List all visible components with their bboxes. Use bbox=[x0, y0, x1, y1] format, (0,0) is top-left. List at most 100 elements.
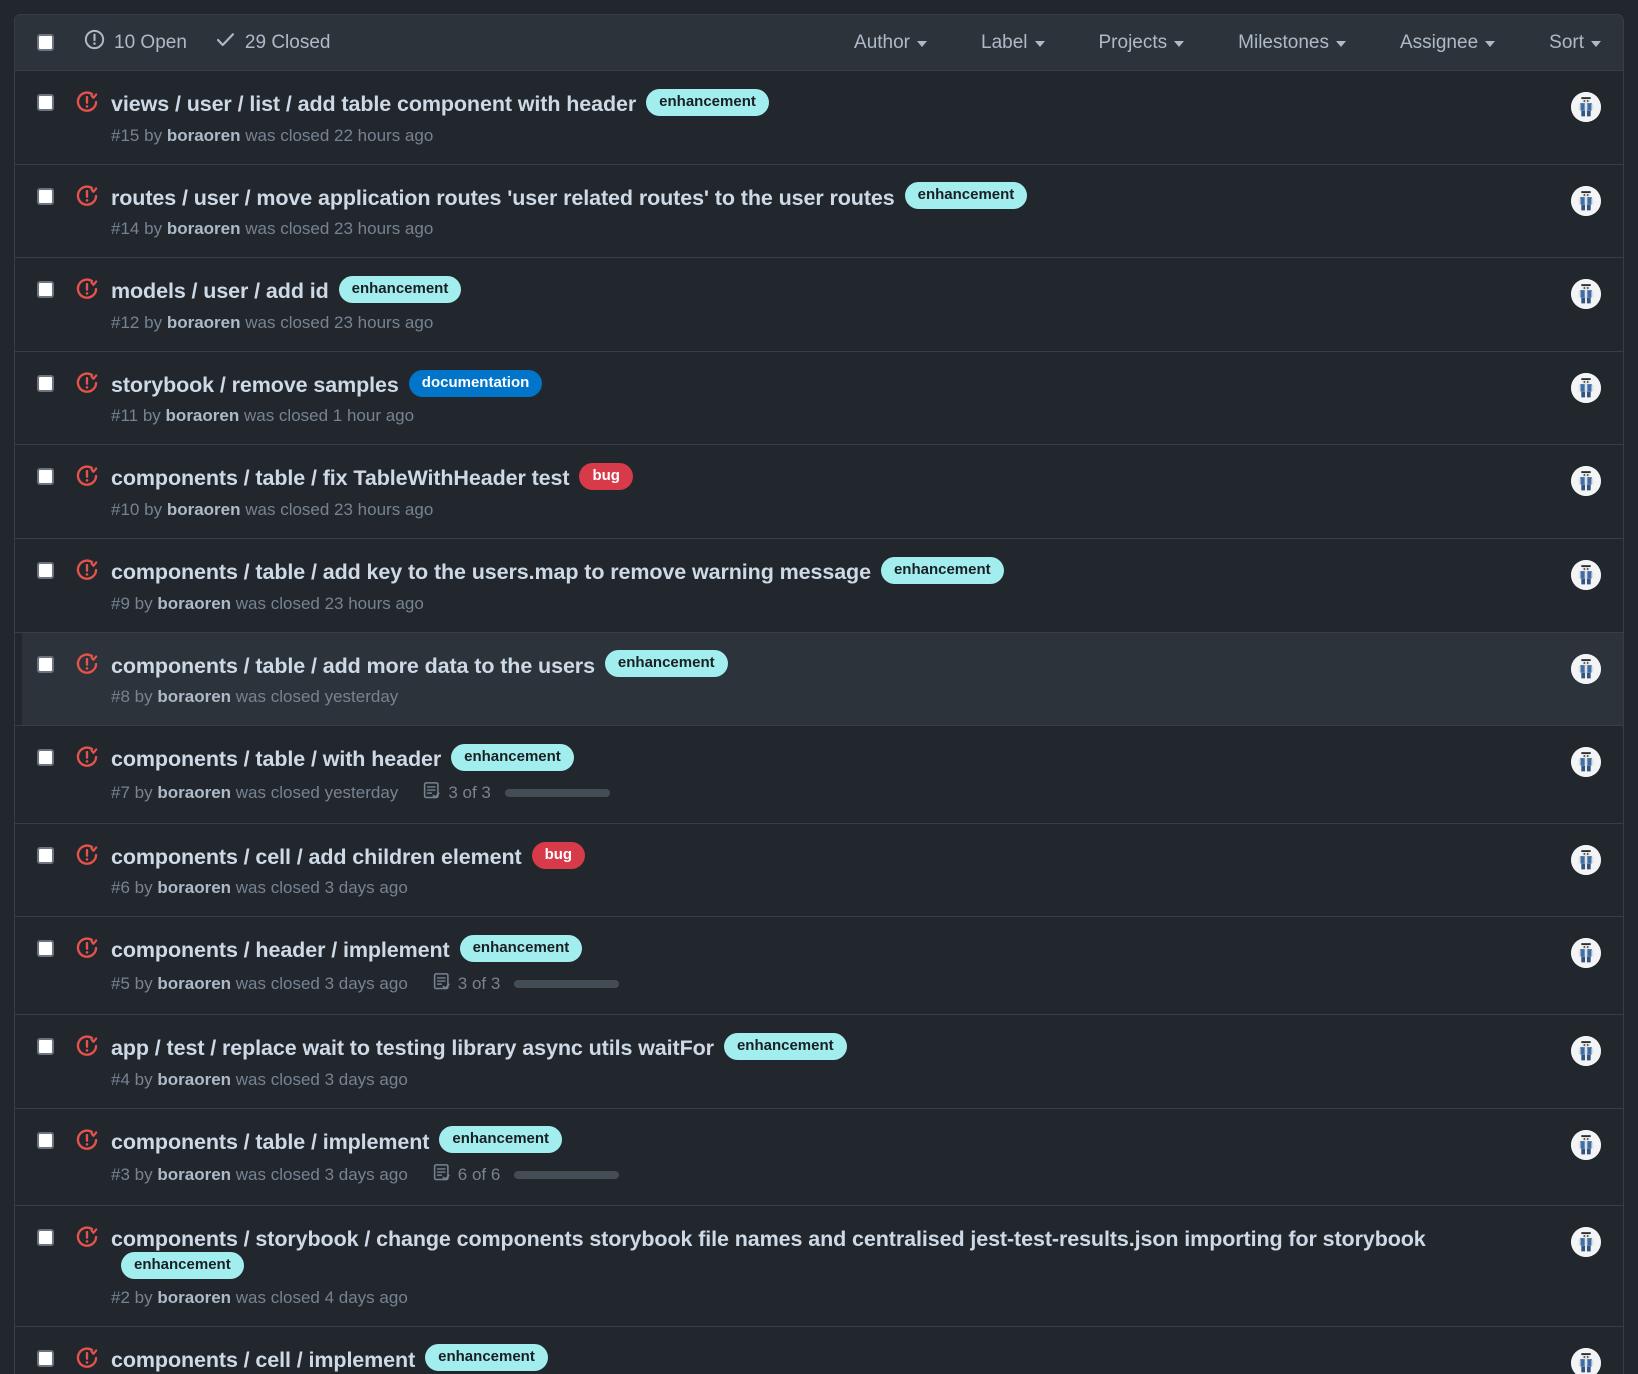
issue-label-enhancement[interactable]: enhancement bbox=[451, 743, 574, 771]
issue-title-link[interactable]: components / table / implement bbox=[111, 1130, 429, 1154]
issue-author-link[interactable]: boraoren bbox=[167, 126, 241, 146]
issue-row-checkbox[interactable] bbox=[37, 1349, 54, 1367]
filter-open-issues[interactable]: 10 Open bbox=[84, 29, 187, 56]
issue-title-link[interactable]: views / user / list / add table componen… bbox=[111, 92, 636, 116]
issue-row-checkbox[interactable] bbox=[37, 1037, 54, 1055]
issue-label-enhancement[interactable]: enhancement bbox=[439, 1126, 563, 1154]
sort-dropdown[interactable]: Sort bbox=[1522, 32, 1601, 54]
issue-label-enhancement[interactable]: enhancement bbox=[338, 276, 462, 303]
issue-label-bug[interactable]: bug bbox=[579, 463, 633, 491]
chevron-down-icon bbox=[1034, 40, 1045, 47]
issue-title-link[interactable]: components / table / with header bbox=[111, 747, 441, 771]
issue-row[interactable]: components / table / fix TableWithHeader… bbox=[15, 445, 1623, 539]
issue-row-checkbox[interactable] bbox=[37, 374, 54, 392]
task-count-label: 3 of 3 bbox=[457, 973, 501, 993]
filter-assignee-label: Assignee bbox=[1399, 31, 1479, 53]
issue-row[interactable]: models / user / add id enhancement #12 by … bbox=[15, 258, 1623, 352]
issue-row-checkbox[interactable] bbox=[37, 846, 54, 864]
avatar-image bbox=[1571, 1227, 1601, 1258]
filter-milestones-label: Milestones bbox=[1238, 31, 1329, 53]
issue-label-documentation[interactable]: documentation bbox=[408, 369, 543, 397]
issue-title-link[interactable]: components / cell / add children element bbox=[111, 845, 522, 869]
issue-row[interactable]: components / table / add key to the user… bbox=[15, 538, 1623, 633]
issue-row[interactable]: routes / user / move application routes … bbox=[15, 164, 1623, 259]
issue-label-enhancement[interactable]: enhancement bbox=[880, 556, 1004, 584]
issue-row[interactable]: app / test / replace wait to testing lib… bbox=[15, 1014, 1623, 1109]
issue-author-link[interactable]: boraoren bbox=[157, 974, 231, 994]
issue-number: #12 bbox=[111, 312, 140, 332]
issue-assignees bbox=[1571, 371, 1601, 403]
filter-closed-issues[interactable]: 29 Closed bbox=[215, 29, 330, 56]
issue-closed-icon bbox=[76, 278, 98, 300]
issue-row[interactable]: components / table / with header enhancem… bbox=[15, 726, 1623, 824]
issue-label-enhancement[interactable]: enhancement bbox=[723, 1032, 847, 1060]
issue-label-bug[interactable]: bug bbox=[531, 841, 586, 869]
issue-row[interactable]: storybook / remove samples documentation #… bbox=[15, 351, 1623, 446]
issue-row-checkbox[interactable] bbox=[37, 281, 54, 299]
issue-title-link[interactable]: components / table / fix TableWithHeader… bbox=[111, 466, 570, 490]
select-all-checkbox[interactable] bbox=[37, 34, 54, 51]
issue-author-link[interactable]: boraoren bbox=[157, 783, 231, 803]
issue-by-word: by bbox=[144, 499, 163, 519]
issue-label-enhancement[interactable]: enhancement bbox=[904, 182, 1028, 210]
issue-row-checkbox[interactable] bbox=[37, 468, 54, 486]
issue-closed-icon bbox=[76, 1226, 98, 1248]
issue-title-link[interactable]: components / cell / implement bbox=[111, 1348, 415, 1372]
issue-author-link[interactable]: boraoren bbox=[157, 687, 231, 707]
issue-author-link[interactable]: boraoren bbox=[167, 313, 241, 333]
issue-title-link[interactable]: app / test / replace wait to testing lib… bbox=[111, 1036, 714, 1060]
issue-label-enhancement[interactable]: enhancement bbox=[604, 650, 728, 678]
issue-row-checkbox[interactable] bbox=[37, 94, 54, 111]
issue-title-link[interactable]: components / table / add more data to th… bbox=[111, 654, 595, 678]
issue-row[interactable]: components / table / add more data to th… bbox=[15, 632, 1623, 727]
task-progress: 3 of 3 bbox=[432, 972, 620, 996]
issue-author-link[interactable]: boraoren bbox=[157, 594, 231, 614]
issue-author-link[interactable]: boraoren bbox=[157, 1070, 231, 1090]
issue-row-checkbox[interactable] bbox=[37, 1131, 54, 1149]
issue-meta: #9 by boraoren was closed 23 hours ago bbox=[111, 594, 1553, 614]
issue-title-line: components / cell / implement enhancement bbox=[111, 1344, 1553, 1374]
issue-row-checkbox[interactable] bbox=[37, 561, 54, 579]
issue-title-line: app / test / replace wait to testing lib… bbox=[111, 1032, 1553, 1063]
avatar-image bbox=[1571, 938, 1601, 969]
issue-row[interactable]: components / header / implement enhanceme… bbox=[15, 917, 1623, 1015]
issue-assignees bbox=[1571, 277, 1601, 310]
issue-title-link[interactable]: components / header / implement bbox=[111, 938, 450, 962]
issue-label-enhancement[interactable]: enhancement bbox=[459, 935, 583, 963]
filter-label-dropdown[interactable]: Label bbox=[954, 32, 1072, 54]
issue-row[interactable]: views / user / list / add table componen… bbox=[15, 71, 1623, 165]
issue-author-link[interactable]: boraoren bbox=[167, 500, 241, 520]
issue-author-link[interactable]: boraoren bbox=[157, 878, 231, 898]
filter-assignee-dropdown[interactable]: Assignee bbox=[1373, 32, 1522, 54]
issue-by-word: by bbox=[134, 878, 153, 898]
issue-row[interactable]: components / storybook / change componen… bbox=[15, 1206, 1623, 1327]
issue-by-word: by bbox=[144, 312, 163, 332]
issue-row-checkbox[interactable] bbox=[37, 187, 54, 205]
issue-title-link[interactable]: components / table / add key to the user… bbox=[111, 560, 871, 584]
issue-author-link[interactable]: boraoren bbox=[157, 1165, 231, 1185]
issue-row-checkbox[interactable] bbox=[37, 655, 54, 673]
issue-label-enhancement[interactable]: enhancement bbox=[425, 1344, 548, 1372]
filter-milestones-dropdown[interactable]: Milestones bbox=[1211, 32, 1373, 54]
issue-row-checkbox[interactable] bbox=[37, 940, 54, 958]
issue-row[interactable]: components / table / implement enhancemen… bbox=[15, 1108, 1623, 1207]
issue-assignees bbox=[1571, 90, 1601, 122]
filter-author-dropdown[interactable]: Author bbox=[827, 32, 954, 54]
issue-assignees bbox=[1571, 184, 1601, 216]
issue-row-checkbox[interactable] bbox=[37, 1229, 54, 1247]
issue-label-enhancement[interactable]: enhancement bbox=[121, 1251, 244, 1279]
issue-label-enhancement[interactable]: enhancement bbox=[646, 88, 769, 116]
issue-author-link[interactable]: boraoren bbox=[157, 1288, 231, 1308]
filter-projects-dropdown[interactable]: Projects bbox=[1072, 32, 1212, 54]
issue-title-link[interactable]: models / user / add id bbox=[111, 279, 329, 303]
issue-author-link[interactable]: boraoren bbox=[166, 406, 240, 426]
issue-content: models / user / add id enhancement #12 by … bbox=[111, 276, 1553, 333]
issue-row[interactable]: components / cell / add children element… bbox=[15, 823, 1623, 918]
avatar-image bbox=[1571, 844, 1601, 875]
issue-row-checkbox[interactable] bbox=[37, 749, 54, 767]
issue-row[interactable]: components / cell / implement enhancement… bbox=[15, 1326, 1623, 1374]
issue-title-link[interactable]: storybook / remove samples bbox=[111, 373, 399, 397]
issue-author-link[interactable]: boraoren bbox=[167, 219, 241, 239]
issue-title-link[interactable]: routes / user / move application routes … bbox=[111, 186, 895, 210]
issue-title-link[interactable]: components / storybook / change componen… bbox=[111, 1227, 1426, 1251]
